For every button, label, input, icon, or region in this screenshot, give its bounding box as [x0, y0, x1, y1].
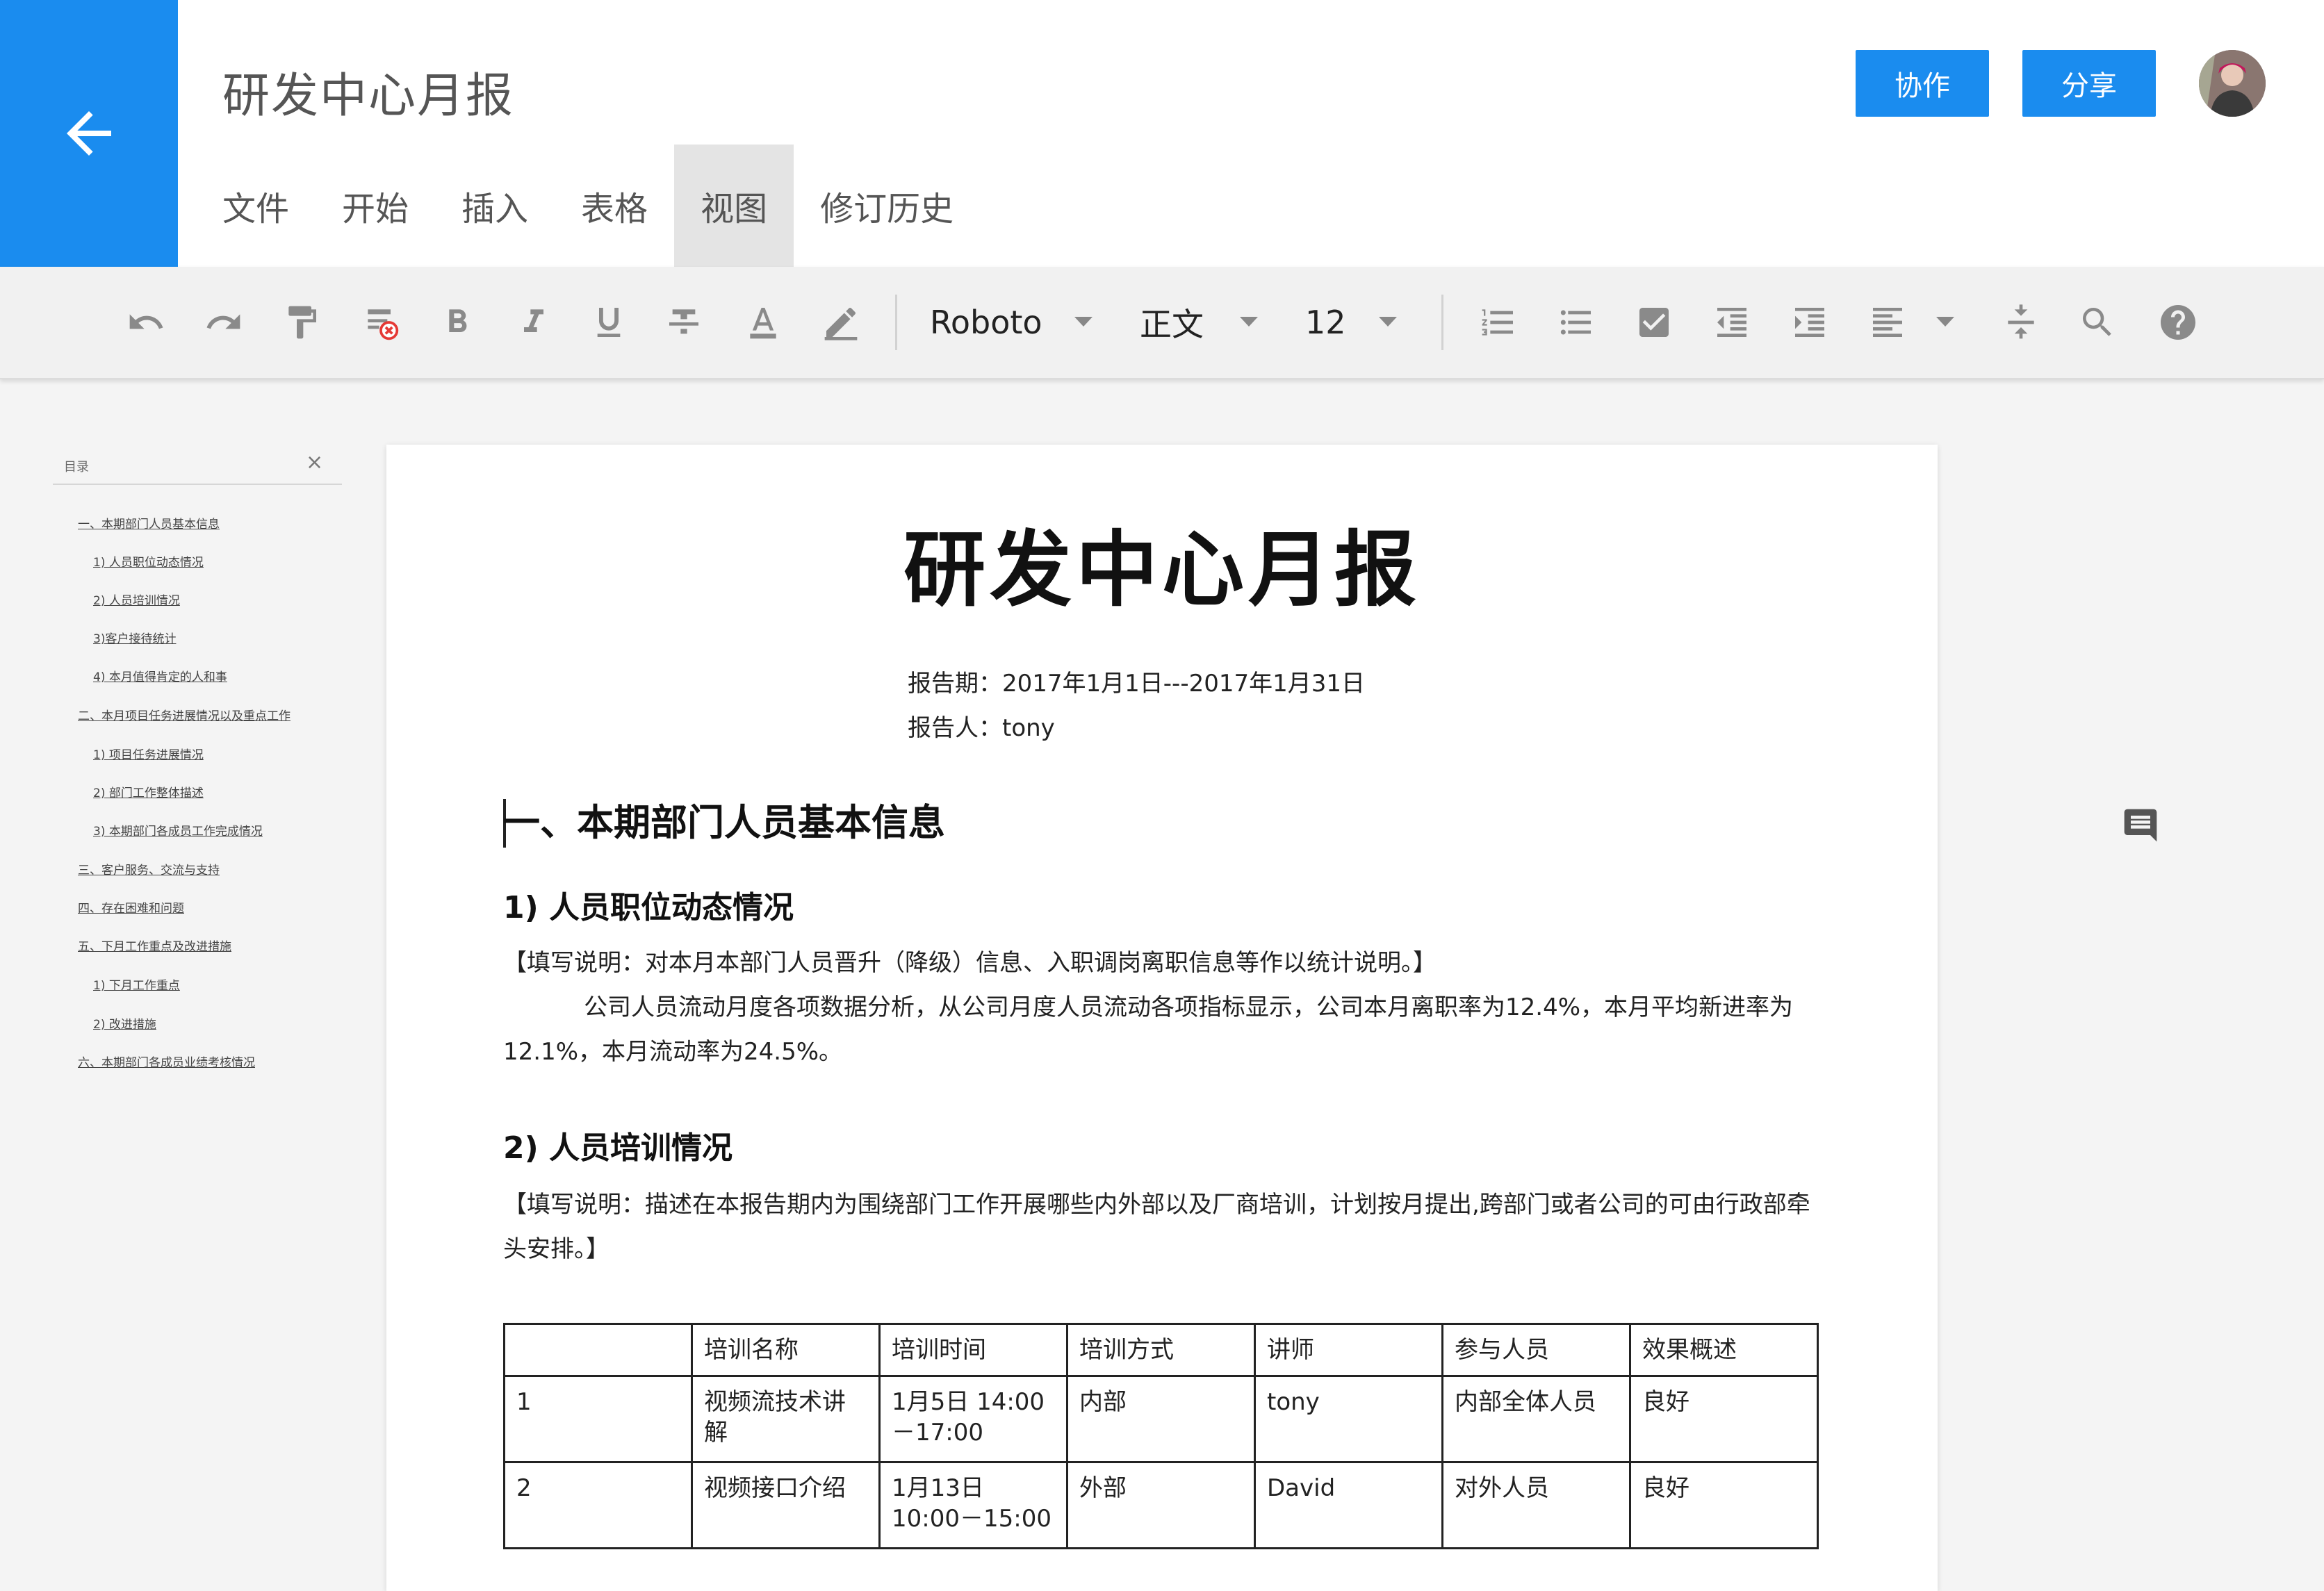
outline-item[interactable]: 二、本月项目任务进展情况以及重点工作 [78, 706, 290, 723]
italic-icon[interactable] [512, 300, 556, 345]
table-cell[interactable]: 良好 [1629, 1375, 1819, 1463]
underline-icon[interactable] [587, 300, 631, 345]
table-header-cell[interactable] [503, 1323, 693, 1377]
menu-file[interactable]: 文件 [196, 145, 316, 267]
table-header-cell[interactable]: 培训名称 [691, 1323, 881, 1377]
table-cell[interactable]: 2 [503, 1461, 693, 1549]
outline-item[interactable]: 一、本期部门人员基本信息 [78, 514, 220, 531]
comment-icon[interactable] [2121, 806, 2160, 845]
outline-item[interactable]: 1) 项目任务进展情况 [93, 745, 204, 762]
outline-item[interactable]: 四、存在困难和问题 [78, 898, 184, 916]
outline-item[interactable]: 五、下月工作重点及改进措施 [78, 937, 231, 954]
align-caret-icon[interactable] [1936, 317, 1954, 327]
table-header-row: 培训名称 培训时间 培训方式 讲师 参与人员 效果概述 [503, 1323, 1819, 1377]
outdent-icon[interactable] [1710, 300, 1754, 345]
instruction-note: 【填写说明：描述在本报告期内为围绕部门工作开展哪些内外部以及厂商培训，计划按月提… [503, 1191, 1810, 1263]
reporter: 报告人：tony [908, 714, 1055, 742]
table-cell[interactable]: 1 [503, 1375, 693, 1463]
undo-icon[interactable] [124, 300, 168, 345]
table-cell[interactable]: 对外人员 [1441, 1461, 1631, 1549]
table-header-cell[interactable]: 培训方式 [1066, 1323, 1256, 1377]
paragraph-style-select[interactable]: 正文 [1140, 300, 1204, 345]
paragraph: 公司人员流动月度各项数据分析，从公司月度人员流动各项指标显示，公司本月离职率为1… [503, 994, 1794, 1066]
section-heading: 一、本期部门人员基本信息 [503, 802, 945, 844]
bold-icon[interactable] [435, 300, 480, 345]
outline-item[interactable]: 3)客户接待统计 [93, 629, 176, 646]
table-cell[interactable]: 外部 [1066, 1461, 1256, 1549]
share-button[interactable]: 分享 [2022, 50, 2156, 117]
table-row: 2 视频接口介绍 1月13日 10:00－15:00 外部 David 对外人员… [503, 1461, 1819, 1549]
outline-item[interactable]: 2) 改进措施 [93, 1014, 156, 1032]
outline-close-icon[interactable]: × [306, 450, 323, 475]
table-row: 1 视频流技术讲解 1月5日 14:00－17:00 内部 tony 内部全体人… [503, 1375, 1819, 1463]
outline-item[interactable]: 六、本期部门各成员业绩考核情况 [78, 1053, 255, 1070]
document-title: 研发中心月报 [222, 69, 515, 124]
subsection-heading: 1) 人员职位动态情况 [503, 890, 794, 925]
menu-insert[interactable]: 插入 [435, 145, 555, 267]
menu-revision-history[interactable]: 修订历史 [794, 145, 980, 267]
menu-bar: 文件 开始 插入 表格 视图 修订历史 [196, 145, 980, 267]
strikethrough-icon[interactable] [662, 300, 706, 345]
outline-item[interactable]: 1) 人员职位动态情况 [93, 552, 204, 570]
indent-icon[interactable] [1787, 300, 1832, 345]
outline-item[interactable]: 4) 本月值得肯定的人和事 [93, 667, 227, 684]
back-button[interactable] [0, 0, 178, 267]
outline-header: 目录 × [53, 445, 342, 485]
table-header-cell[interactable]: 讲师 [1254, 1323, 1443, 1377]
table-header-cell[interactable]: 培训时间 [878, 1323, 1068, 1377]
training-table[interactable]: 培训名称 培训时间 培训方式 讲师 参与人员 效果概述 1 视频流技术讲解 1月… [503, 1323, 1819, 1549]
format-painter-icon[interactable] [279, 300, 324, 345]
font-family-select[interactable]: Roboto [930, 300, 1042, 345]
toolbar-separator [895, 295, 897, 350]
collaborate-button[interactable]: 协作 [1856, 50, 1989, 117]
font-size-caret-icon[interactable] [1379, 317, 1397, 327]
report-period: 报告期：2017年1月1日---2017年1月31日 [908, 670, 1366, 698]
table-cell[interactable]: 视频接口介绍 [691, 1461, 881, 1549]
align-left-icon[interactable] [1865, 300, 1910, 345]
toolbar-separator [1441, 295, 1443, 350]
table-cell[interactable]: 内部 [1066, 1375, 1256, 1463]
menu-start[interactable]: 开始 [316, 145, 435, 267]
outline-item[interactable]: 1) 下月工作重点 [93, 975, 180, 993]
table-cell[interactable]: 1月13日 10:00－15:00 [878, 1461, 1068, 1549]
line-spacing-icon[interactable] [1999, 300, 2043, 345]
page-title: 研发中心月报 [903, 522, 1421, 618]
menu-view[interactable]: 视图 [674, 145, 794, 267]
ordered-list-icon[interactable] [1476, 300, 1521, 345]
subsection-heading: 2) 人员培训情况 [503, 1130, 733, 1166]
font-size-select[interactable]: 12 [1305, 300, 1346, 345]
table-cell[interactable]: 视频流技术讲解 [691, 1375, 881, 1463]
formatting-toolbar: Roboto 正文 12 [0, 267, 2324, 379]
text-color-icon[interactable] [741, 300, 785, 345]
table-cell[interactable]: 内部全体人员 [1441, 1375, 1631, 1463]
outline-item[interactable]: 2) 部门工作整体描述 [93, 783, 204, 800]
table-cell[interactable]: David [1254, 1461, 1443, 1549]
document-page[interactable]: 研发中心月报 报告期：2017年1月1日---2017年1月31日 报告人：to… [386, 445, 1938, 1591]
user-avatar-icon [2199, 50, 2266, 117]
outline-title: 目录 [64, 460, 89, 475]
highlight-icon[interactable] [819, 300, 863, 345]
font-family-caret-icon[interactable] [1074, 317, 1093, 327]
menu-table[interactable]: 表格 [555, 145, 674, 267]
bullet-list-icon[interactable] [1554, 300, 1598, 345]
table-cell[interactable]: tony [1254, 1375, 1443, 1463]
search-icon[interactable] [2075, 300, 2120, 345]
instruction-note: 【填写说明：对本月本部门人员晋升（降级）信息、入职调岗离职信息等作以统计说明。】 [503, 949, 1437, 977]
outline-item[interactable]: 3) 本期部门各成员工作完成情况 [93, 821, 263, 839]
redo-icon[interactable] [202, 300, 246, 345]
paragraph-style-caret-icon[interactable] [1240, 317, 1258, 327]
table-cell[interactable]: 良好 [1629, 1461, 1819, 1549]
avatar[interactable] [2199, 50, 2266, 117]
clear-format-icon[interactable] [359, 300, 403, 345]
table-header-cell[interactable]: 参与人员 [1441, 1323, 1631, 1377]
outline-item[interactable]: 三、客户服务、交流与支持 [78, 860, 220, 877]
arrow-left-icon [67, 111, 111, 156]
checkbox-icon[interactable] [1632, 300, 1676, 345]
help-icon[interactable] [2156, 300, 2200, 345]
table-header-cell[interactable]: 效果概述 [1629, 1323, 1819, 1377]
table-cell[interactable]: 1月5日 14:00－17:00 [878, 1375, 1068, 1463]
outline-item[interactable]: 2) 人员培训情况 [93, 591, 180, 608]
